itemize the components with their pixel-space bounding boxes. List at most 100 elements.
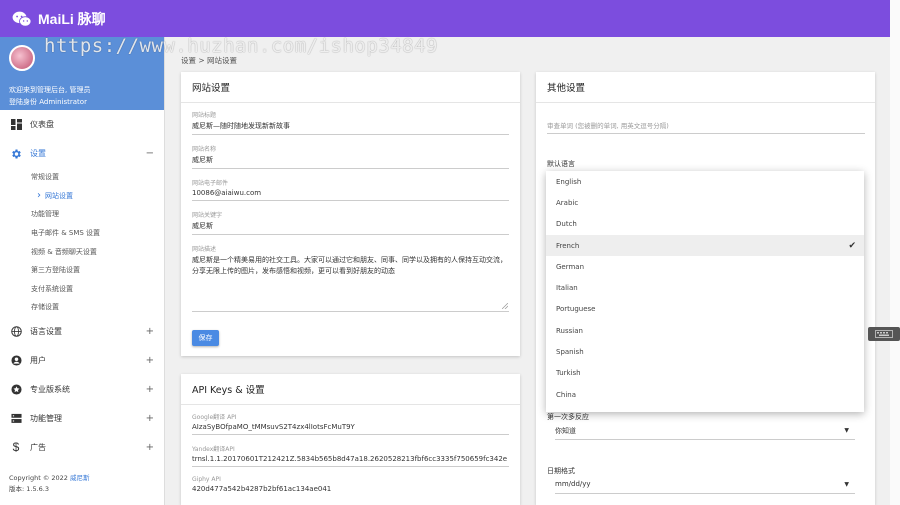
site-title-field[interactable]: 网站标题 威尼斯—随时随地发现新新故事 — [192, 110, 509, 135]
language-dropdown[interactable]: English Arabic Dutch French ✔ German Ita… — [546, 171, 864, 412]
side-panel-tab[interactable] — [868, 327, 900, 341]
expand-plus-icon[interactable]: + — [146, 326, 154, 337]
field-label: 网站电子邮件 — [192, 180, 229, 187]
company-link[interactable]: 威尼斯 — [70, 474, 90, 482]
sidebar-item-label: 专业版系统 — [30, 384, 70, 394]
keyboard-icon — [875, 330, 893, 338]
scrollbar-gutter[interactable] — [890, 0, 900, 505]
censor-words-input[interactable]: 审查单词 (您被删的单词, 用英文逗号分隔) — [547, 120, 865, 134]
collapse-toggle[interactable]: − — [146, 148, 154, 159]
field-label: 网站名称 — [192, 146, 217, 153]
field-value[interactable]: 威尼斯—随时随地发现新新故事 — [192, 119, 509, 134]
first-response-select[interactable]: 你知道 ▼ — [555, 426, 855, 440]
field-label: Giphy API — [192, 476, 221, 483]
field-value[interactable]: 威尼斯是一个精美易用的社交工具。大家可以通过它和朋友、同事、同学以及拥有的人保持… — [192, 253, 509, 280]
submenu-item-social-login[interactable]: 第三方登陆设置 — [0, 261, 164, 280]
sidebar-item-ads[interactable]: $ 广告 + — [0, 433, 164, 462]
top-bar: MaiLi 脉聊 — [0, 0, 890, 37]
language-option[interactable]: Italian — [546, 277, 864, 298]
field-label: Yandex翻译API — [192, 446, 235, 453]
field-label: 网站描述 — [192, 246, 217, 253]
field-label: 网站关键字 — [192, 212, 223, 219]
expand-plus-icon[interactable]: + — [146, 384, 154, 395]
select-value: 你知道 — [555, 427, 576, 435]
save-button[interactable]: 保存 — [192, 330, 219, 346]
caret-down-icon: ▼ — [844, 427, 849, 434]
copyright-text: Copyright © 2022 — [9, 474, 71, 482]
breadcrumb: 设置 > 网站设置 — [181, 56, 238, 65]
sidebar-item-settings[interactable]: 设置 − — [0, 139, 164, 168]
field-value[interactable]: 威尼斯 — [192, 153, 509, 168]
language-option[interactable]: German — [546, 256, 864, 277]
settings-submenu: 常规设置 网站设置 功能管理 电子邮件 & SMS 设置 视频 & 音频聊天设置… — [0, 168, 164, 317]
expand-plus-icon[interactable]: + — [146, 413, 154, 424]
dollar-icon: $ — [12, 440, 20, 455]
avatar[interactable] — [9, 45, 35, 71]
star-circle-icon — [10, 383, 22, 395]
sidebar-item-label: 广告 — [30, 442, 46, 452]
submenu-item-general[interactable]: 常规设置 — [0, 168, 164, 187]
date-format-select[interactable]: mm/dd/yy ▼ — [555, 480, 855, 494]
caret-down-icon: ▼ — [844, 481, 849, 488]
site-name-field[interactable]: 网站名称 威尼斯 — [192, 144, 509, 169]
language-option[interactable]: Dutch — [546, 214, 864, 235]
yandex-api-field[interactable]: Yandex翻译API trnsl.1.1.20170601T212421Z.5… — [192, 444, 509, 467]
language-option[interactable]: Russian — [546, 320, 864, 341]
giphy-api-field[interactable]: Giphy API 420d477a542b4287b2bf61ac134ae0… — [192, 476, 509, 496]
sidebar-item-dashboard[interactable]: 仪表盘 — [0, 110, 164, 139]
language-option[interactable]: Spanish — [546, 341, 864, 362]
submenu-item-features[interactable]: 功能管理 — [0, 205, 164, 224]
language-option-selected[interactable]: French ✔ — [546, 234, 864, 257]
language-option[interactable]: China — [546, 384, 864, 405]
expand-plus-icon[interactable]: + — [146, 355, 154, 366]
sidebar-item-languages[interactable]: 语言设置 + — [0, 317, 164, 346]
sidebar-item-pro[interactable]: 专业版系统 + — [0, 375, 164, 404]
submenu-item-email-sms[interactable]: 电子邮件 & SMS 设置 — [0, 224, 164, 243]
submenu-item-website[interactable]: 网站设置 — [0, 187, 164, 206]
submenu-item-video-audio[interactable]: 视频 & 音频聊天设置 — [0, 242, 164, 261]
language-option[interactable]: Turkish — [546, 363, 864, 384]
card-title: 网站设置 — [181, 72, 520, 103]
dashboard-icon — [10, 119, 22, 131]
google-api-field[interactable]: Google翻译 API AIzaSyBOfpaMO_tMMsuvS2T4zx4… — [192, 412, 509, 435]
site-email-field[interactable]: 网站电子邮件 10086@aiaiwu.com — [192, 178, 509, 201]
default-language-label: 默认语言 — [547, 160, 575, 168]
user-circle-icon — [10, 354, 22, 366]
field-value[interactable]: AIzaSyBOfpaMO_tMMsuvS2T4zx4lIotsFcMuT9Y — [192, 421, 509, 434]
sidebar-item-label: 功能管理 — [30, 413, 62, 423]
expand-plus-icon[interactable]: + — [146, 442, 154, 453]
profile-panel: 欢迎来到管理后台, 管理员 登陆身份 Administrator — [0, 37, 164, 110]
storage-icon — [10, 412, 22, 424]
select-value: mm/dd/yy — [555, 480, 591, 488]
site-keywords-field[interactable]: 网站关键字 威尼斯 — [192, 210, 509, 235]
brand-title[interactable]: MaiLi 脉聊 — [38, 9, 106, 29]
field-label: Google翻译 API — [192, 414, 237, 421]
language-option[interactable]: Arabic — [546, 192, 864, 213]
field-value[interactable]: 420d477a542b4287b2bf61ac134ae041 — [192, 483, 509, 496]
language-option[interactable]: Portuguese — [546, 299, 864, 320]
field-value[interactable]: 威尼斯 — [192, 219, 509, 234]
card-title: 其他设置 — [536, 72, 875, 103]
website-settings-card: 网站设置 网站标题 威尼斯—随时随地发现新新故事 网站名称 威尼斯 网站电子邮件… — [181, 72, 520, 356]
checkmark-icon: ✔ — [848, 240, 856, 251]
sidebar: 欢迎来到管理后台, 管理员 登陆身份 Administrator 仪表盘 设置 … — [0, 37, 165, 505]
date-format-label: 日期格式 — [547, 467, 575, 475]
sidebar-item-label: 语言设置 — [30, 326, 62, 336]
field-value[interactable]: 10086@aiaiwu.com — [192, 187, 509, 200]
api-keys-card: API Keys & 设置 Google翻译 API AIzaSyBOfpaMO… — [181, 374, 520, 505]
language-option[interactable]: English — [546, 171, 864, 192]
resize-handle-icon[interactable] — [502, 303, 508, 309]
option-label: French — [556, 241, 580, 250]
version-text: 版本: 1.5.6.3 — [9, 485, 49, 493]
site-description-field[interactable]: 网站描述 威尼斯是一个精美易用的社交工具。大家可以通过它和朋友、同事、同学以及拥… — [192, 244, 509, 312]
sidebar-nav: 仪表盘 设置 − 常规设置 网站设置 功能管理 电子邮件 & SMS 设置 视频… — [0, 110, 164, 462]
sidebar-item-manage[interactable]: 功能管理 + — [0, 404, 164, 433]
input-placeholder: 审查单词 (您被删的单词, 用英文逗号分隔) — [547, 122, 669, 130]
submenu-item-storage[interactable]: 存储设置 — [0, 298, 164, 317]
field-value[interactable]: trnsl.1.1.20170601T212421Z.5834b565b8d47… — [192, 453, 509, 466]
submenu-item-payment[interactable]: 支付系统设置 — [0, 280, 164, 299]
sidebar-item-users[interactable]: 用户 + — [0, 346, 164, 375]
sidebar-item-label: 设置 — [30, 149, 46, 158]
chat-bubbles-icon — [12, 11, 32, 27]
card-title: API Keys & 设置 — [181, 374, 520, 405]
